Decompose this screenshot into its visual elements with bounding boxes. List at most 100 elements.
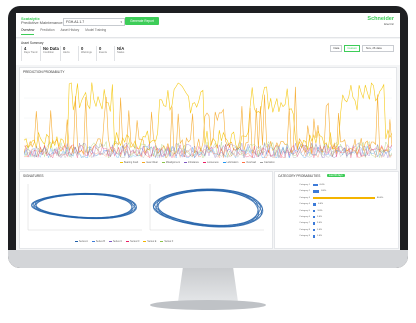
distribution-bar bbox=[313, 184, 318, 187]
legend-item[interactable]: Looseness bbox=[203, 161, 219, 164]
kpi-label: Warnings bbox=[81, 51, 92, 54]
prediction-series bbox=[24, 82, 392, 151]
top-bar: Scatalytix Predictive Maintenance FGH-A1… bbox=[16, 13, 400, 38]
distribution-label: Category 9 bbox=[299, 235, 310, 238]
legend-item[interactable]: Imbalance bbox=[183, 161, 199, 164]
legend-swatch bbox=[260, 161, 263, 164]
monitor-stand-foot bbox=[150, 300, 266, 310]
legend-swatch bbox=[143, 240, 147, 243]
distribution-label: Category 4 bbox=[299, 203, 310, 206]
distribution-row: Category 2 8.0% bbox=[275, 190, 398, 193]
signature-plot-left bbox=[27, 184, 142, 231]
legend-item[interactable]: Series C bbox=[108, 240, 123, 243]
distribution-value: 80.0% bbox=[377, 196, 384, 199]
distribution-bar bbox=[313, 196, 375, 200]
legend-swatch bbox=[108, 240, 112, 243]
kpi-label: Events bbox=[99, 51, 107, 54]
distribution-label: Category 5 bbox=[299, 209, 310, 212]
prediction-panel: PREDICTION PROBABILITY Bearing Fault Gear… bbox=[19, 67, 397, 170]
legend-item[interactable]: Series F bbox=[160, 240, 173, 243]
prediction-panel-title: PREDICTION PROBABILITY bbox=[23, 70, 65, 74]
distribution-value: 1.0% bbox=[317, 228, 322, 231]
distribution-bar bbox=[313, 216, 315, 219]
legend-label: Looseness bbox=[207, 161, 219, 164]
legend-item[interactable]: Lubrication bbox=[222, 161, 238, 164]
distribution-label: Category 8 bbox=[299, 228, 310, 231]
legend-swatch bbox=[91, 240, 95, 243]
app-screen: Scatalytix Predictive Maintenance FGH-A1… bbox=[16, 13, 400, 250]
data-toggle[interactable]: Data bbox=[330, 45, 343, 52]
tab-2[interactable]: Asset History bbox=[60, 28, 79, 35]
kpi-card: No Data Condition bbox=[40, 46, 59, 61]
legend-item[interactable]: Misalignment bbox=[161, 161, 180, 164]
legend-swatch bbox=[242, 161, 246, 164]
kpi-card: 0 Alerts bbox=[60, 46, 79, 61]
distribution-bars: Category 1 6.0% Category 2 8.0% Category 3 80… bbox=[275, 184, 398, 244]
legend-item[interactable]: Overload bbox=[242, 161, 256, 164]
distribution-bar bbox=[313, 190, 320, 193]
generate-report-button[interactable]: Generate Report bbox=[125, 17, 159, 25]
legend-item[interactable]: Series E bbox=[143, 240, 156, 243]
distribution-label: Category 2 bbox=[299, 190, 310, 193]
period-badge: Last 30 days bbox=[327, 174, 345, 177]
distribution-bar bbox=[313, 228, 315, 232]
kpi-card: 0 Events bbox=[96, 46, 115, 61]
legend-swatch bbox=[222, 161, 226, 164]
distribution-value: 2.0% bbox=[317, 222, 322, 225]
legend-label: Series C bbox=[112, 240, 123, 243]
distribution-bar bbox=[313, 209, 316, 212]
legend-label: Series A bbox=[79, 240, 88, 243]
kpi-header: Asset Summary bbox=[21, 41, 44, 45]
prediction-chart bbox=[24, 78, 392, 158]
legend-label: Series D bbox=[130, 240, 140, 243]
distribution-value: 8.0% bbox=[321, 190, 327, 193]
distribution-value: 4.0% bbox=[318, 203, 324, 206]
range-controls: Data Custom Nov, 26 data bbox=[330, 45, 394, 52]
kpi-card: N/A Status bbox=[114, 46, 133, 61]
distribution-row: Category 1 6.0% bbox=[275, 184, 398, 187]
monitor-stand-neck bbox=[178, 268, 238, 302]
legend-item[interactable]: Series A bbox=[75, 240, 88, 243]
distribution-row: Category 7 2.0% bbox=[275, 222, 398, 225]
tab-3[interactable]: Model Training bbox=[85, 28, 106, 35]
custom-toggle[interactable]: Custom bbox=[344, 45, 360, 52]
signature-plot-right bbox=[149, 184, 264, 231]
distribution-bar bbox=[313, 203, 317, 206]
kpi-label: Alerts bbox=[63, 51, 70, 54]
distribution-row: Category 4 4.0% bbox=[275, 203, 398, 206]
app-logo: Scatalytix Predictive Maintenance bbox=[21, 17, 63, 25]
legend-label: Cavitation bbox=[264, 161, 275, 164]
legend-item[interactable]: Gear Wear bbox=[142, 161, 158, 164]
legend-label: Series F bbox=[164, 240, 174, 243]
kpi-card: 0 Warnings bbox=[78, 46, 97, 61]
legend-item[interactable]: Bearing Fault bbox=[120, 161, 138, 164]
kpi-label: Days Trend bbox=[24, 51, 38, 54]
distribution-value: 3.0% bbox=[317, 209, 323, 212]
distribution-label: Category 6 bbox=[299, 216, 310, 218]
distribution-row: Category 9 1.0% bbox=[275, 235, 398, 238]
distribution-row: Category 5 3.0% bbox=[275, 209, 398, 213]
legend-swatch bbox=[142, 161, 146, 164]
legend-swatch bbox=[120, 161, 123, 164]
legend-swatch bbox=[203, 161, 207, 164]
legend-swatch bbox=[183, 161, 187, 164]
tab-1[interactable]: Prediction bbox=[40, 28, 54, 35]
distribution-value: 6.0% bbox=[319, 184, 325, 186]
kpi-row: Asset Summary 4 Days Trend No Data Conditio… bbox=[16, 39, 400, 65]
tab-0[interactable]: Overview bbox=[21, 28, 35, 35]
distribution-value: 1.0% bbox=[317, 235, 322, 238]
distribution-row: Category 8 1.0% bbox=[275, 228, 398, 232]
prediction-legend: Bearing Fault Gear Wear Misalignment Imbala… bbox=[120, 161, 275, 164]
legend-item[interactable]: Cavitation bbox=[260, 161, 275, 164]
asset-select[interactable]: FGH-A1.1.7 ▾ bbox=[63, 18, 125, 26]
legend-label: Bearing Fault bbox=[124, 161, 139, 164]
legend-swatch bbox=[126, 240, 130, 243]
legend-item[interactable]: Series D bbox=[126, 240, 139, 243]
legend-item[interactable]: Series B bbox=[91, 240, 105, 243]
date-range-picker[interactable]: Nov, 26 data bbox=[362, 45, 394, 52]
signatures-panel-title: SIGNATURES bbox=[23, 174, 44, 178]
tab-bar: Overview Prediction Asset History Model Tra… bbox=[21, 28, 106, 35]
kpi-label: Status bbox=[117, 51, 125, 54]
distribution-bar bbox=[313, 235, 315, 238]
distribution-label: Category 1 bbox=[299, 184, 310, 186]
